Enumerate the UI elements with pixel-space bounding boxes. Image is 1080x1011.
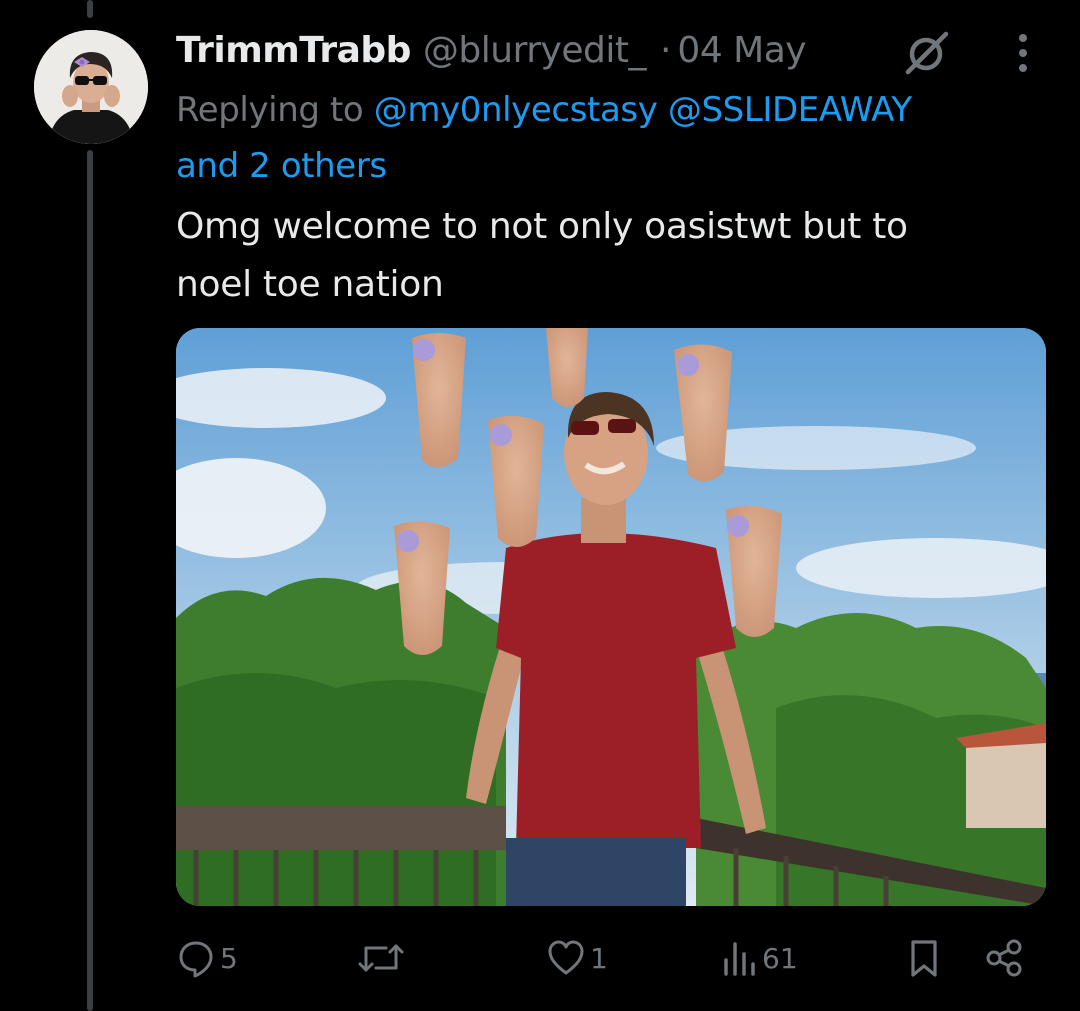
avatar[interactable] [34,30,148,144]
mention-others-link[interactable]: and 2 others [176,146,387,186]
grok-icon[interactable] [902,28,952,78]
share-icon [984,938,1024,978]
like-button[interactable]: 1 [546,930,608,986]
tweet-text-line-1: Omg welcome to not only oasistwt but to [176,206,908,247]
mention-my0nlyecstasy[interactable]: @my0nlyecstasy [374,90,658,130]
bookmark-icon [906,938,942,978]
edited-photo-icon [176,328,1046,906]
replying-to: Replying to @my0nlyecstasy @SSLIDEAWAY a… [176,82,1056,194]
like-count: 1 [590,941,608,975]
tweet-actions-bar: 5 1 61 [0,930,1080,986]
tweet[interactable]: TrimmTrabb @blurryedit_ · 04 May Replyin… [0,0,1080,1011]
views-count: 61 [762,941,798,975]
like-icon [546,938,586,978]
thread-line-top [87,0,93,18]
tweet-date[interactable]: 04 May [677,30,806,71]
author-display-name[interactable]: TrimmTrabb [176,30,411,71]
views-button[interactable]: 61 [722,930,798,986]
views-icon [722,938,758,978]
reply-button[interactable]: 5 [176,930,238,986]
retweet-icon [356,938,406,978]
retweet-button[interactable] [356,930,410,986]
avatar-image [34,30,148,144]
mention-sslideaway[interactable]: @SSLIDEAWAY [668,90,912,130]
author-handle[interactable]: @blurryedit_ [423,30,647,71]
separator-dot: · [659,29,672,71]
tweet-text-line-2: noel toe nation [176,264,444,305]
more-icon[interactable] [1008,30,1038,76]
tweet-text: Omg welcome to not only oasistwt but to … [176,198,1036,314]
tweet-media-photo[interactable] [176,328,1046,906]
reply-icon [176,938,216,978]
reply-count: 5 [220,941,238,975]
share-button[interactable] [984,930,1024,986]
replying-to-label: Replying to [176,90,364,130]
thread-line-bottom [87,150,93,1011]
bookmark-button[interactable] [906,930,942,986]
